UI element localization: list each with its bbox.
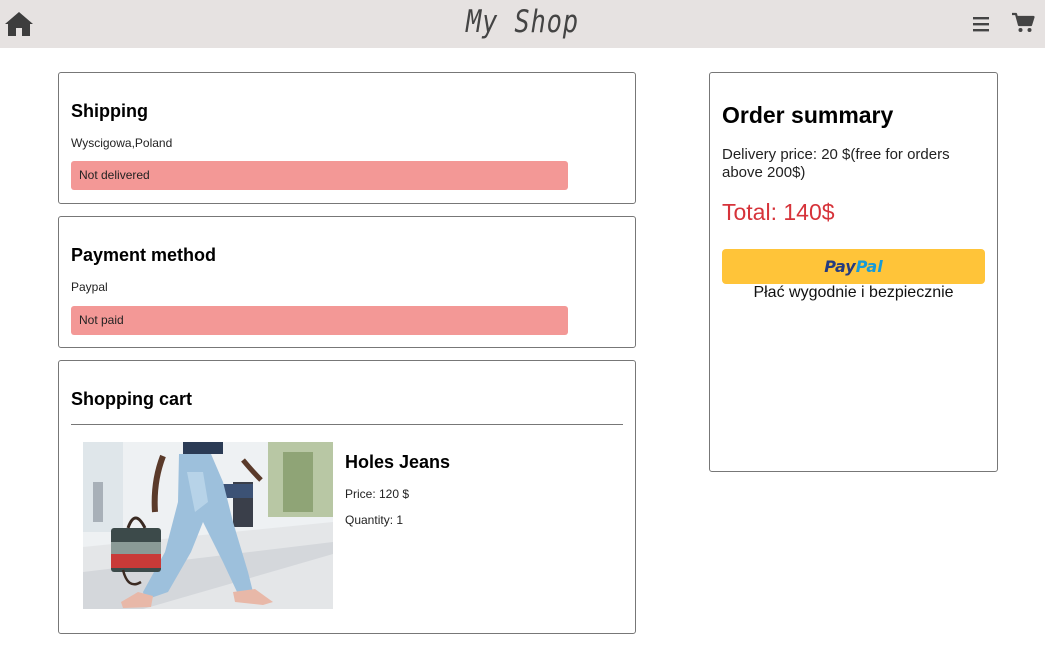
product-name[interactable]: Holes Jeans <box>345 452 450 473</box>
product-quantity: Quantity: 1 <box>345 513 404 527</box>
product-price: Price: 120 $ <box>345 487 410 501</box>
brand-logo[interactable]: My Shop <box>94 4 951 40</box>
paypal-tagline: Płać wygodnie i bezpiecznie <box>753 284 954 301</box>
home-icon[interactable] <box>4 10 34 38</box>
order-summary-card: Order summary Delivery price: 20 $(free … <box>709 72 998 472</box>
cart-divider <box>71 424 623 425</box>
payment-status-alert: Not paid <box>71 306 568 335</box>
shipping-address: Wyscigowa,Poland <box>71 136 173 150</box>
shipping-card: Shipping Wyscigowa,Poland Not delivered <box>58 72 636 204</box>
shipping-title: Shipping <box>71 101 148 121</box>
top-navbar: My Shop <box>0 0 1045 48</box>
delivery-price-info: Delivery price: 20 $(free for orders abo… <box>722 146 950 181</box>
payment-card: Payment method Paypal Not paid <box>58 216 636 348</box>
paypal-logo-part1: Pay <box>824 257 856 276</box>
paypal-logo-part2: Pal <box>855 257 883 276</box>
product-image[interactable] <box>83 442 333 609</box>
delivery-status-alert: Not delivered <box>71 161 568 190</box>
order-total: Total: 140$ <box>722 199 835 225</box>
shopping-cart-card: Shopping cart Holes Jeans Price: 120 $ Q… <box>58 360 636 634</box>
order-summary-title: Order summary <box>722 102 894 128</box>
payment-title: Payment method <box>71 245 217 265</box>
paypal-button[interactable]: PayPal <box>722 249 985 284</box>
shopping-cart-title: Shopping cart <box>71 389 192 409</box>
hamburger-menu-icon[interactable] <box>971 14 991 34</box>
payment-method-value: Paypal <box>71 280 108 294</box>
cart-icon[interactable] <box>1011 12 1035 34</box>
